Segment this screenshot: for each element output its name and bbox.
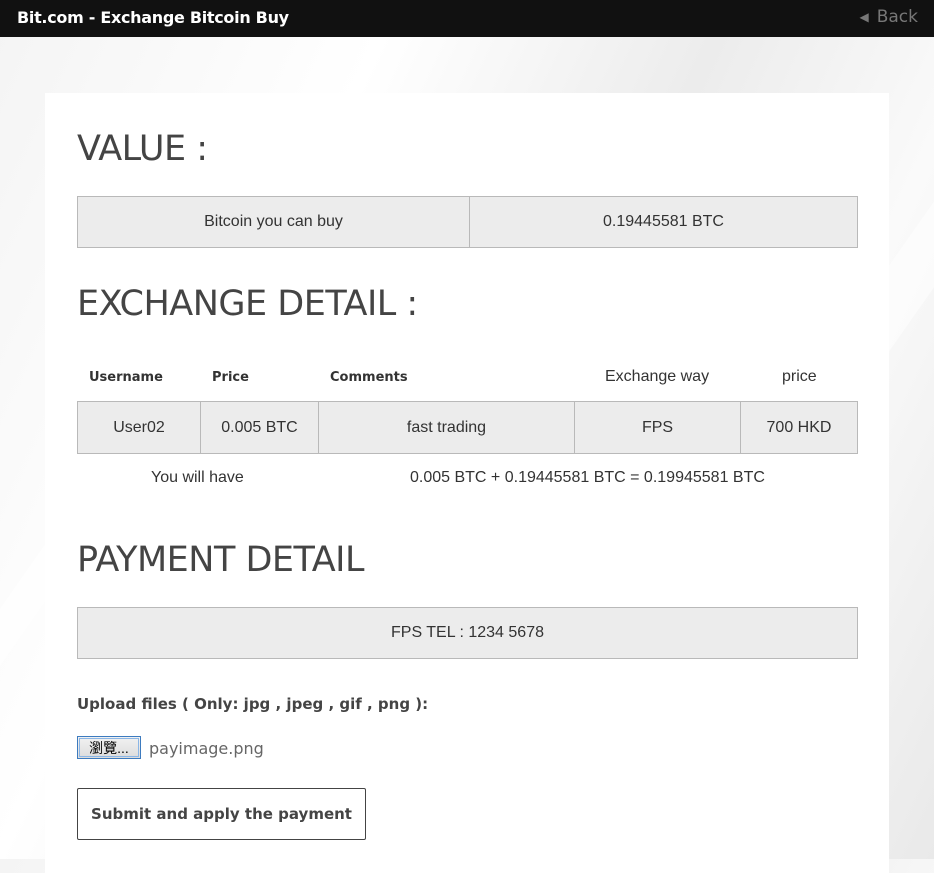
column-header-price-hkd: price [782,368,817,385]
value-heading: VALUE : [77,129,208,169]
cell-exchange-way: FPS [574,402,740,453]
result-label: You will have [151,469,244,486]
cell-username: User02 [113,418,165,436]
column-header-price: Price [212,370,249,385]
value-amount: 0.19445581 BTC [469,197,857,247]
upload-label: Upload files ( Only: jpg , jpeg , gif , … [77,695,429,713]
cell-comments: fast trading [318,402,574,453]
column-header-exchange-way: Exchange way [605,368,710,385]
back-arrow-icon: ◀ [859,10,869,24]
value-label: Bitcoin you can buy [204,213,343,230]
table-row: User02 0.005 BTC fast trading FPS 700 HK… [77,401,858,454]
exchange-heading: EXCHANGE DETAIL : [77,284,418,324]
payment-heading: PAYMENT DETAIL [77,540,364,580]
payment-info-box: FPS TEL : 1234 5678 [77,607,858,659]
value-box: Bitcoin you can buy 0.19445581 BTC [77,196,858,248]
submit-payment-button[interactable]: Submit and apply the payment [77,788,366,840]
payment-info: FPS TEL : 1234 5678 [391,624,544,641]
exchange-table-header: Username Price Comments Exchange way pri… [77,368,858,388]
page-title: Bit.com - Exchange Bitcoin Buy [17,8,289,27]
back-button[interactable]: ◀ Back [859,7,918,27]
column-header-comments: Comments [330,370,408,385]
main-panel: VALUE : Bitcoin you can buy 0.19445581 B… [45,93,889,873]
column-header-username: Username [89,370,163,385]
cell-price: 0.005 BTC [200,402,318,453]
selected-file-name: payimage.png [149,739,264,758]
cell-price-hkd: 700 HKD [740,402,857,453]
result-value: 0.005 BTC + 0.19445581 BTC = 0.19945581 … [410,469,765,486]
back-label: Back [876,7,918,27]
browse-button[interactable]: 瀏覽... [77,736,141,759]
top-bar: Bit.com - Exchange Bitcoin Buy ◀ Back [0,0,934,37]
